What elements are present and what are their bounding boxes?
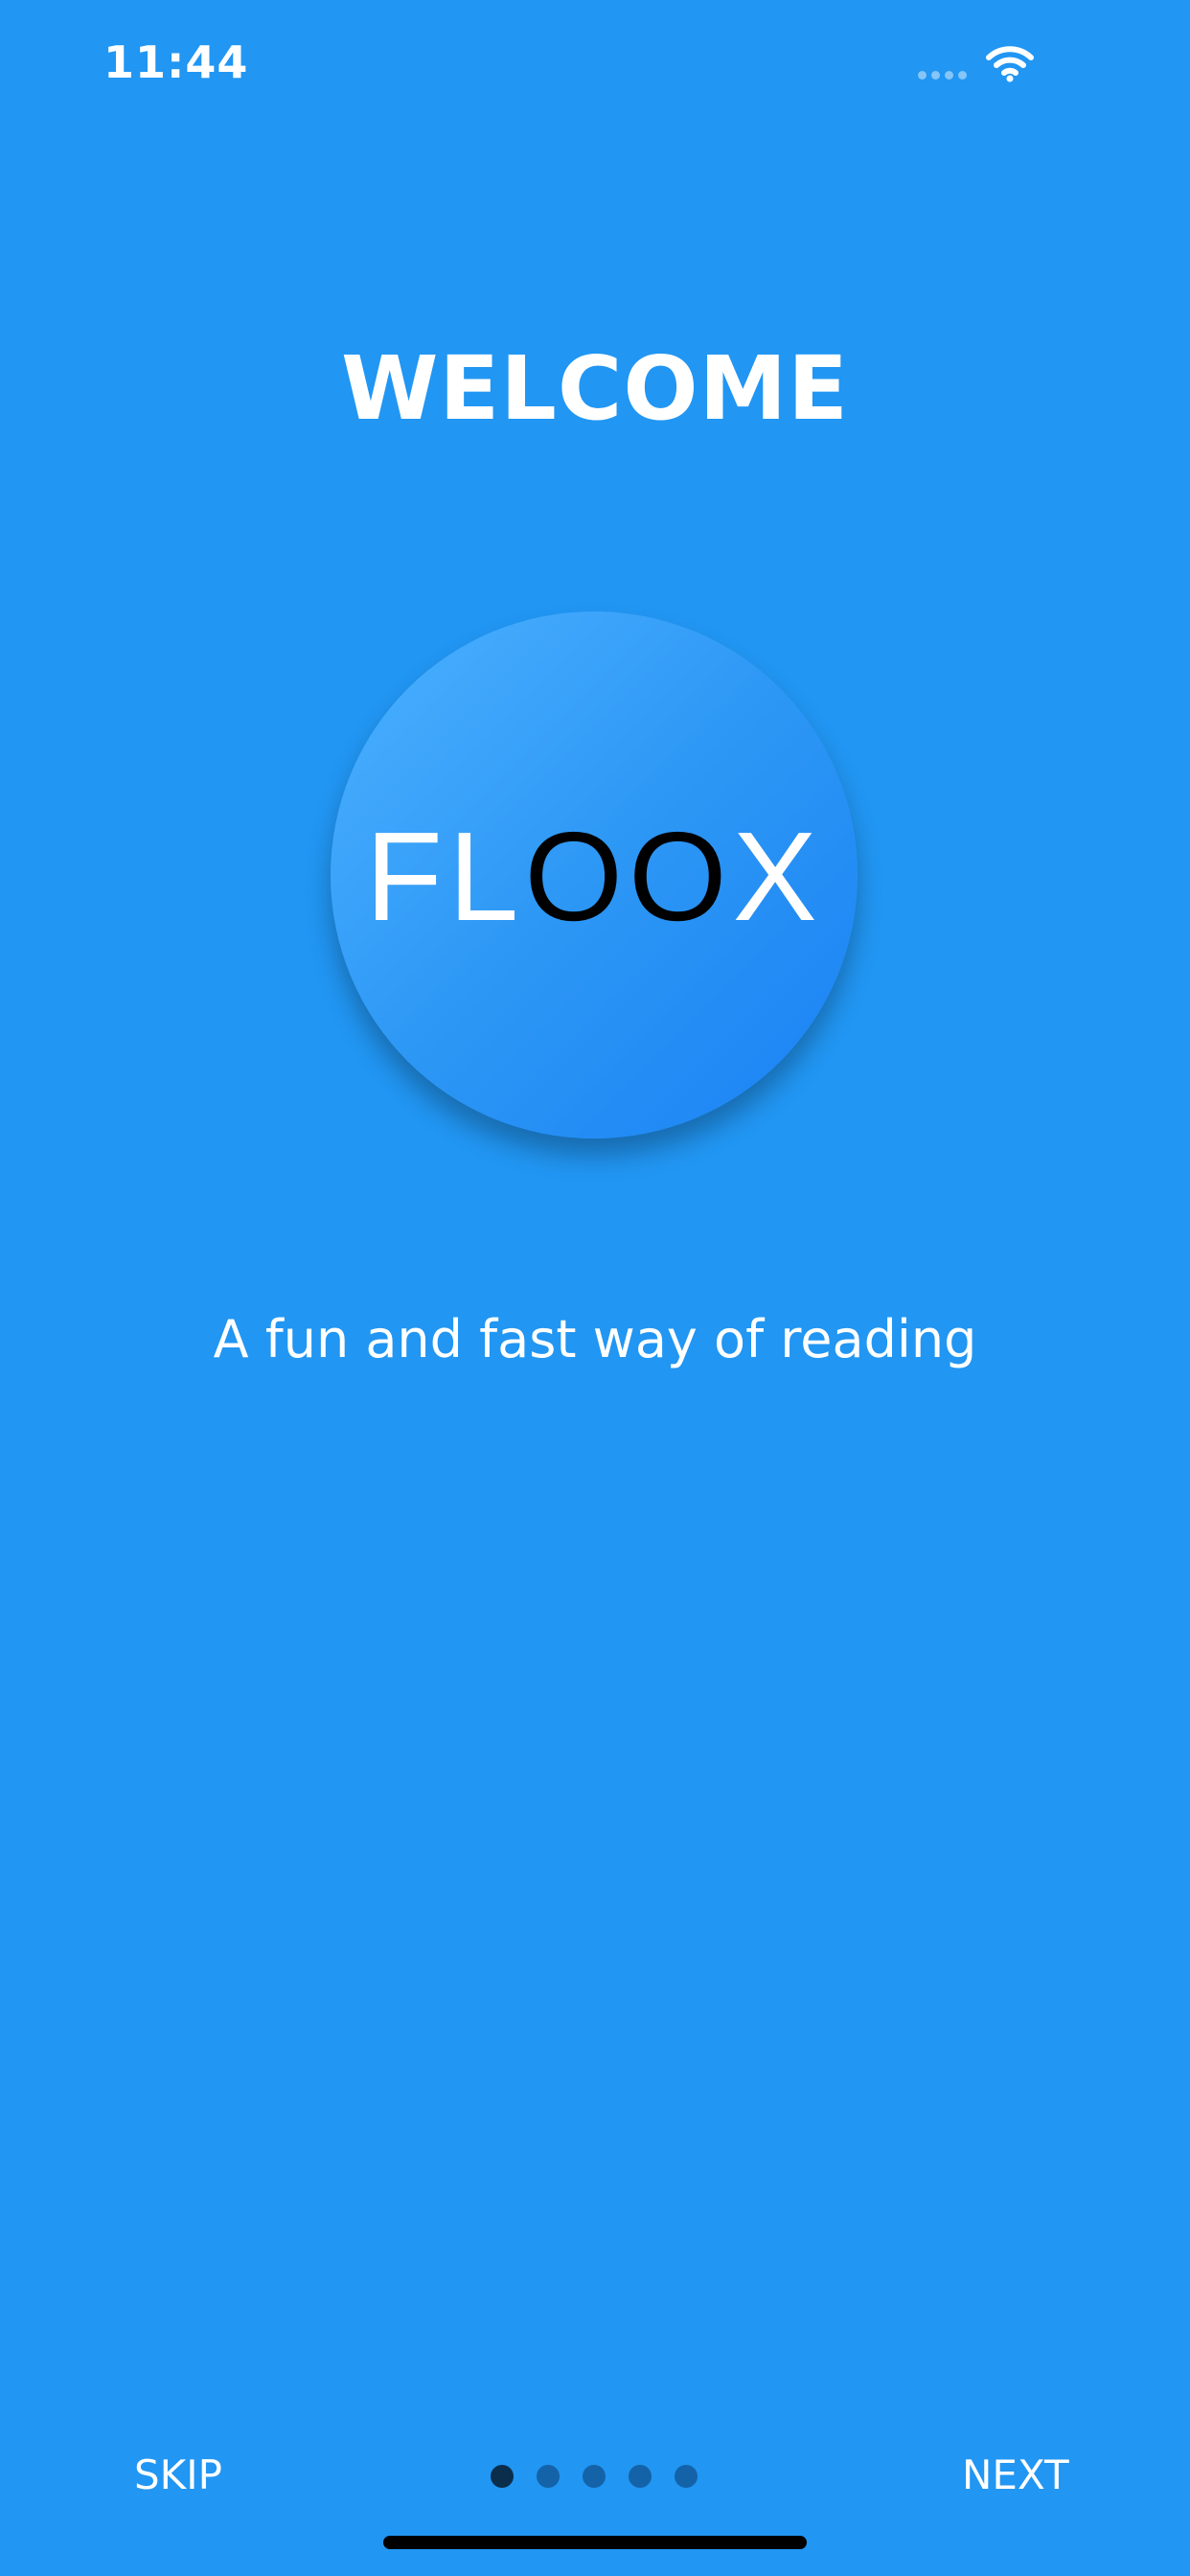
- home-indicator[interactable]: [383, 2536, 807, 2549]
- wifi-icon: [986, 46, 1034, 82]
- app-logo: FLOOX: [331, 611, 858, 1138]
- status-time: 11:44: [103, 36, 249, 88]
- page-dot-1[interactable]: [491, 2465, 514, 2488]
- logo-letter-end: X: [733, 806, 823, 947]
- floox-logo-icon: FLOOX: [365, 806, 822, 947]
- skip-button[interactable]: SKIP: [134, 2451, 222, 2498]
- onboarding-footer: SKIP NEXT: [0, 2434, 1190, 2520]
- page-dot-4[interactable]: [629, 2465, 652, 2488]
- page-dot-2[interactable]: [537, 2465, 560, 2488]
- status-bar: 11:44: [0, 0, 1190, 134]
- cellular-signal-icon: [918, 71, 972, 80]
- page-title: WELCOME: [340, 337, 850, 440]
- page-dot-5[interactable]: [675, 2465, 698, 2488]
- page-indicator[interactable]: [491, 2465, 698, 2488]
- next-button[interactable]: NEXT: [962, 2451, 1069, 2498]
- page-dot-3[interactable]: [583, 2465, 606, 2488]
- logo-text: FLOOX: [365, 806, 822, 947]
- logo-letters-white: FL: [365, 806, 524, 947]
- tagline: A fun and fast way of reading: [213, 1309, 977, 1369]
- logo-letters-dark: OO: [524, 806, 732, 947]
